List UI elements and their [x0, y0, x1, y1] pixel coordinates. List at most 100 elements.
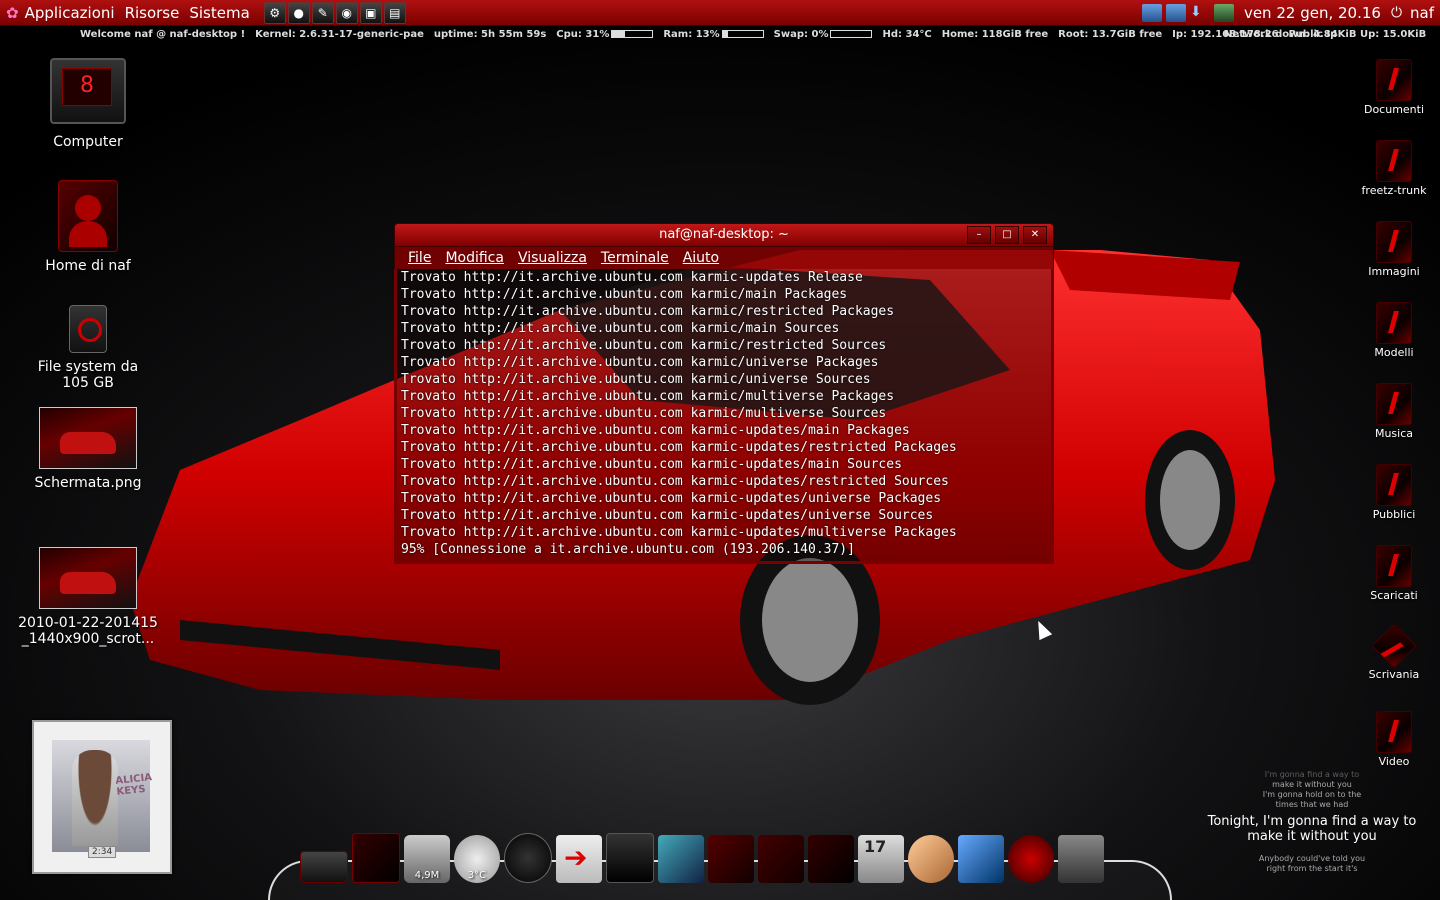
desktop-icon-label: Documenti [1363, 103, 1425, 116]
trash-size: 4,9M [414, 870, 440, 881]
cpu-bar [611, 30, 654, 38]
desktop-icon-pubblici[interactable]: Pubblici [1348, 464, 1440, 541]
menu-applicazioni[interactable]: Applicazioni [25, 4, 115, 22]
lyrics-previous: I'm gonna hold on to the [1262, 790, 1362, 799]
calendar-day: 17 [864, 837, 887, 856]
menu-modifica[interactable]: Modifica [445, 247, 504, 269]
menu-aiuto[interactable]: Aiuto [683, 247, 719, 269]
globe-icon[interactable] [1008, 835, 1054, 883]
folder-icon [1376, 545, 1412, 587]
desktop-icon-schermata[interactable]: Schermata.png [28, 407, 148, 491]
weather-icon[interactable]: 3°C [454, 835, 500, 883]
conky-welcome: Welcome naf @ naf-desktop ! [80, 29, 246, 40]
window-controls: – □ ✕ [967, 226, 1047, 244]
desktop-icon-documenti[interactable]: Documenti [1348, 59, 1440, 136]
menu-file[interactable]: File [408, 247, 431, 269]
desktop-icon-label: Computer [53, 134, 123, 150]
desktop-icon-label: Schermata.png [34, 475, 142, 491]
lyrics-widget: I'm gonna find a way to make it without … [1206, 770, 1418, 874]
desktop-icon-modelli[interactable]: Modelli [1348, 302, 1440, 379]
desktop-icon-label: File system da 105 GB [37, 359, 139, 391]
dock-window-icon[interactable] [352, 833, 400, 883]
launcher-tool-icon[interactable]: ✎ [311, 1, 334, 24]
panel-launchers: ⚙ ● ✎ ◉ ▣ ▤ [263, 1, 406, 24]
folder-icon [1376, 711, 1412, 753]
maximize-icon[interactable]: □ [995, 226, 1019, 244]
folder-dock-icon[interactable] [808, 835, 854, 883]
folder-icon [1376, 464, 1412, 506]
computer-dock-icon[interactable] [606, 833, 654, 883]
desktop-icon-scaricati[interactable]: Scaricati [1348, 545, 1440, 622]
menu-terminale[interactable]: Terminale [601, 247, 669, 269]
launcher-window-icon[interactable]: ▣ [359, 1, 382, 24]
terminal-line: Trovato http://it.archive.ubuntu.com kar… [401, 457, 902, 472]
folder-icon [1376, 302, 1412, 344]
network-dock-icon[interactable] [1058, 835, 1104, 883]
desktop-icon-home[interactable]: Home di naf [28, 180, 148, 274]
launcher-gear-icon[interactable]: ⚙ [263, 1, 286, 24]
desktop-icon-label: Home di naf [45, 258, 131, 274]
menu-visualizza[interactable]: Visualizza [518, 247, 587, 269]
folder-icon [1376, 383, 1412, 425]
user-name[interactable]: naf [1410, 4, 1434, 22]
folder-icon [1376, 221, 1412, 263]
desktop-icon-musica[interactable]: Musica [1348, 383, 1440, 460]
tray-app-icon[interactable] [1141, 3, 1162, 22]
close-icon[interactable]: ✕ [1023, 226, 1047, 244]
nvidia-icon[interactable]: ◉ [335, 1, 358, 24]
ubuntu-logo-icon[interactable]: ✿ [6, 4, 19, 22]
pointer-icon[interactable] [658, 835, 704, 883]
lyrics-previous: I'm gonna find a way to [1264, 770, 1360, 779]
desktop-icon-scrot[interactable]: 2010-01-22-201415_1440x900_scrot... [18, 547, 158, 647]
lyrics-previous: times that we had [1275, 800, 1349, 809]
folder-icon [1376, 140, 1412, 182]
logout-icon[interactable]: ➔ [556, 835, 602, 883]
menu-sistema[interactable]: Sistema [189, 4, 249, 22]
terminal-line: Trovato http://it.archive.ubuntu.com kar… [401, 372, 871, 387]
swap-bar [830, 30, 873, 38]
mail-icon[interactable] [1165, 3, 1186, 22]
system-tray: ⬇ ven 22 gen, 20.16 ⏻ naf [1141, 0, 1440, 25]
conky-kernel: Kernel: 2.6.31-17-generic-pae [255, 29, 424, 40]
minimize-icon[interactable]: – [967, 226, 991, 244]
menu-risorse[interactable]: Risorse [125, 4, 180, 22]
terminal-window[interactable]: naf@naf-desktop: ~ – □ ✕ File Modifica V… [394, 223, 1054, 564]
settings-dock-icon[interactable] [758, 835, 804, 883]
display-icon[interactable] [1213, 3, 1234, 22]
desktop-icon-computer[interactable]: 8 Computer [28, 58, 148, 150]
desktop-icon-label: Modelli [1374, 346, 1414, 359]
calendar-icon[interactable]: 17 [858, 835, 904, 883]
desktop-icon-label: 2010-01-22-201415_1440x900_scrot... [18, 615, 158, 647]
desktop-icon-scrivania[interactable]: Scrivania [1348, 623, 1440, 707]
power-icon[interactable]: ⏻ [1391, 5, 1402, 21]
terminal-output[interactable]: Trovato http://it.archive.ubuntu.com kar… [394, 269, 1054, 564]
trash-icon[interactable]: 4,9M [404, 835, 450, 883]
home-dock-icon[interactable] [708, 835, 754, 883]
dock-app-icon[interactable] [300, 851, 348, 883]
terminal-prompt-line: 95% [Connessione a it.archive.ubuntu.com… [401, 542, 855, 557]
top-panel: ✿ Applicazioni Risorse Sistema ⚙ ● ✎ ◉ ▣… [0, 0, 1440, 26]
launcher-app-icon[interactable]: ● [287, 1, 310, 24]
terminal-line: Trovato http://it.archive.ubuntu.com kar… [401, 406, 887, 421]
desktop-icon-immagini[interactable]: Immagini [1348, 221, 1440, 298]
clock[interactable]: ven 22 gen, 20.16 [1244, 4, 1381, 22]
terminal-line: Trovato http://it.archive.ubuntu.com kar… [401, 423, 910, 438]
terminal-line: Trovato http://it.archive.ubuntu.com kar… [401, 491, 942, 506]
album-person-graphic [72, 750, 118, 846]
conky-hd: Hd: 34°C [882, 29, 932, 40]
album-art-widget[interactable]: ALICIA KEYS 2:34 [32, 720, 172, 874]
desktop-icon-filesystem[interactable]: File system da 105 GB [28, 305, 148, 391]
network-icon[interactable]: ⬇ [1190, 4, 1210, 22]
conky-home: Home: 118GiB free [941, 29, 1049, 40]
terminal-line: Trovato http://it.archive.ubuntu.com kar… [401, 389, 895, 404]
paint-icon[interactable] [908, 835, 954, 883]
terminal-titlebar[interactable]: naf@naf-desktop: ~ – □ ✕ [394, 223, 1054, 247]
terminal-title: naf@naf-desktop: ~ [659, 227, 789, 242]
desktop-icon-label: Scaricati [1370, 589, 1418, 602]
album-artist: ALICIA KEYS [114, 772, 153, 798]
desktop-icon-freetz[interactable]: freetz-trunk [1348, 140, 1440, 217]
video-editor-icon[interactable] [958, 835, 1004, 883]
terminal-line: Trovato http://it.archive.ubuntu.com kar… [401, 287, 848, 302]
launcher-screen-icon[interactable]: ▤ [383, 1, 406, 24]
clock-icon[interactable] [504, 833, 552, 883]
